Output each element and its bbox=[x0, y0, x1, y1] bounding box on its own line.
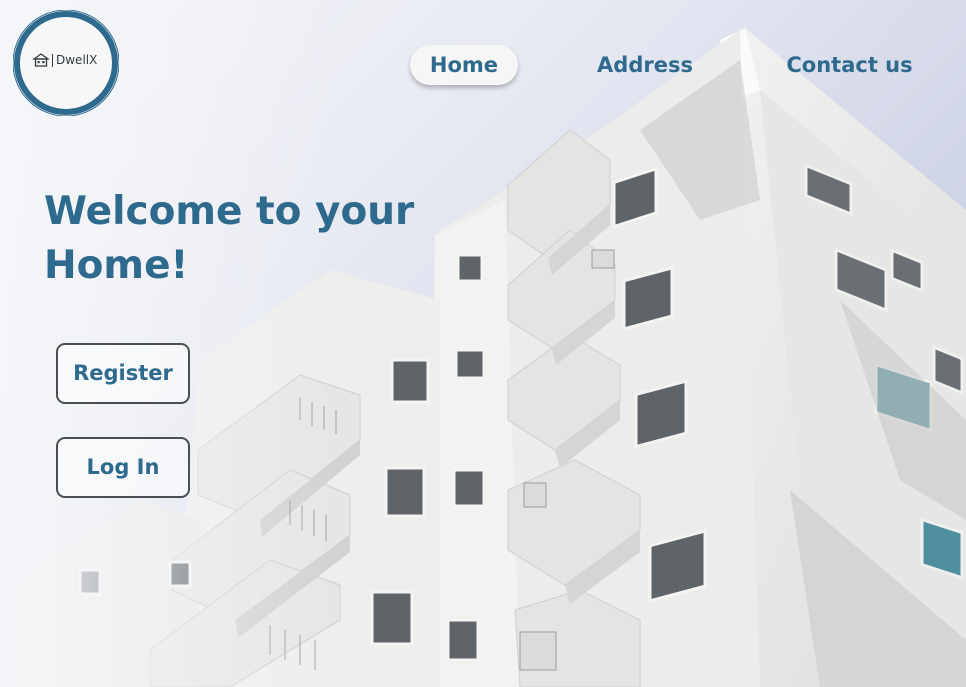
landing-page: DwellX Home Address Contact us Welcome t… bbox=[0, 0, 966, 687]
nav-address-link[interactable]: Address bbox=[590, 45, 700, 85]
login-button[interactable]: Log In bbox=[56, 437, 190, 498]
nav-contact-link[interactable]: Contact us bbox=[782, 45, 917, 85]
top-navigation: Home Address Contact us bbox=[0, 45, 966, 87]
hero-title-line1: Welcome to your bbox=[44, 189, 415, 234]
hero-title-line2: Home! bbox=[44, 243, 189, 288]
hero-title: Welcome to your Home! bbox=[44, 185, 444, 293]
nav-home-link[interactable]: Home bbox=[410, 45, 518, 85]
register-button[interactable]: Register bbox=[56, 343, 190, 404]
